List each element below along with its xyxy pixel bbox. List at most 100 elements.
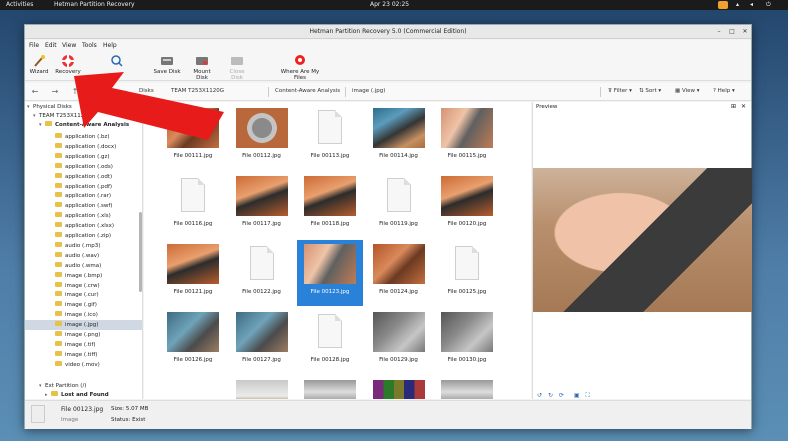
tree-label: video (.mov): [65, 361, 100, 368]
app-menu[interactable]: Hetman Partition Recovery: [54, 1, 135, 8]
tree-item[interactable]: application (.rar): [25, 191, 142, 201]
toolbar-separator: [600, 87, 601, 97]
tree-item[interactable]: audio (.wav): [25, 251, 142, 261]
tree-item[interactable]: image (.tif): [25, 340, 142, 350]
search-button[interactable]: [109, 54, 125, 79]
file-tile[interactable]: File 00126.jpg: [160, 308, 226, 374]
breadcrumb-disks[interactable]: Disks: [139, 88, 154, 94]
tree-item[interactable]: image (.png): [25, 330, 142, 340]
toolbar: Wizard Recovery Save Disk Mount Disk Clo…: [25, 51, 751, 81]
file-tile[interactable]: File 00114.jpg: [366, 104, 432, 170]
network-icon[interactable]: ▴: [736, 1, 739, 8]
close-disk-button[interactable]: Close Disk: [223, 54, 251, 81]
tree-lost-and-found[interactable]: ▸ Lost and Found: [25, 390, 142, 399]
sort-button[interactable]: ⇅ Sort ▾: [639, 88, 661, 94]
tree-scrollbar[interactable]: [139, 212, 142, 292]
rotate-left-icon[interactable]: ↺: [537, 392, 542, 399]
file-tile[interactable]: File 00129.jpg: [366, 308, 432, 374]
tree-item[interactable]: application (.swf): [25, 201, 142, 211]
breadcrumb-image-jpg[interactable]: image (.jpg): [352, 88, 385, 94]
maximize-icon[interactable]: □: [728, 28, 736, 36]
file-tile[interactable]: File 00127.jpg: [229, 308, 295, 374]
wizard-button[interactable]: Wizard: [29, 54, 49, 79]
menu-help[interactable]: Help: [103, 42, 117, 49]
tree-item[interactable]: video (.mov): [25, 360, 142, 370]
tree-item[interactable]: application (.bz): [25, 132, 142, 142]
tree-item[interactable]: application (.zip): [25, 231, 142, 241]
tree-item[interactable]: audio (.mp3): [25, 241, 142, 251]
breadcrumb-analysis[interactable]: Content-Aware Analysis: [275, 88, 340, 94]
lifebuoy-icon: [62, 55, 74, 67]
forward-icon[interactable]: →: [49, 86, 61, 98]
menu-edit[interactable]: Edit: [45, 42, 57, 49]
file-tile[interactable]: File 00122.jpg: [229, 240, 295, 306]
tree-item[interactable]: image (.cur): [25, 290, 142, 300]
menu-tools[interactable]: Tools: [82, 42, 97, 49]
refresh-icon[interactable]: ⟳: [559, 392, 564, 399]
file-tile[interactable]: File 00118.jpg: [297, 172, 363, 238]
file-tile[interactable]: [434, 376, 500, 399]
file-tile[interactable]: File 00123.jpg: [297, 240, 363, 306]
file-name: File 00112.jpg: [242, 153, 281, 159]
preview-panel: Preview ⊞ ✕ ↺ ↻ ⟳ ▣ ⛶: [532, 102, 752, 399]
tree-item[interactable]: image (.gif): [25, 300, 142, 310]
view-button[interactable]: ▦ View ▾: [675, 88, 700, 94]
notification-icon[interactable]: [718, 1, 728, 9]
mount-disk-button[interactable]: Mount Disk: [187, 54, 217, 81]
window-title: Hetman Partition Recovery 5.0 (Commercia…: [309, 28, 467, 35]
tree-item[interactable]: application (.xls): [25, 211, 142, 221]
file-tile[interactable]: File 00115.jpg: [434, 104, 500, 170]
tree-item[interactable]: application (.ods): [25, 162, 142, 172]
tree-item[interactable]: image (.ico): [25, 310, 142, 320]
power-icon[interactable]: ⏻: [766, 1, 771, 9]
tree-label: application (.zip): [65, 233, 112, 239]
clock[interactable]: Apr 23 02:25: [370, 1, 409, 8]
file-tile[interactable]: File 00111.jpg: [160, 104, 226, 170]
file-placeholder-icon: [249, 246, 274, 280]
file-tile[interactable]: File 00128.jpg: [297, 308, 363, 374]
tree-item[interactable]: application (.docx): [25, 142, 142, 152]
filter-button[interactable]: ⊽ Filter ▾: [608, 88, 632, 94]
tree-item[interactable]: image (.crw): [25, 281, 142, 291]
tree-content-aware[interactable]: ▾ Content-Aware Analysis: [25, 120, 142, 130]
tree-item[interactable]: image (.bmp): [25, 271, 142, 281]
menu-file[interactable]: File: [29, 42, 39, 49]
menu-view[interactable]: View: [62, 42, 76, 49]
file-tile[interactable]: [229, 376, 295, 399]
back-icon[interactable]: ←: [29, 86, 41, 98]
close-icon[interactable]: ✕: [741, 28, 749, 36]
tree-item[interactable]: audio (.wma): [25, 261, 142, 271]
where-are-my-files-button[interactable]: Where Are My Files: [275, 54, 325, 81]
file-tile[interactable]: File 00125.jpg: [434, 240, 500, 306]
save-disk-button[interactable]: Save Disk: [153, 54, 181, 79]
tree-item[interactable]: application (.odt): [25, 172, 142, 182]
volume-icon[interactable]: ◂: [750, 1, 753, 8]
file-tile[interactable]: File 00120.jpg: [434, 172, 500, 238]
recovery-button[interactable]: Recovery: [55, 54, 81, 79]
rotate-right-icon[interactable]: ↻: [548, 392, 553, 399]
breadcrumb-disk[interactable]: TEAM T253X1120G: [171, 88, 224, 94]
file-tile[interactable]: File 00121.jpg: [160, 240, 226, 306]
tree-item[interactable]: image (.tiff): [25, 350, 142, 360]
tree-item[interactable]: application (.gz): [25, 152, 142, 162]
activities-button[interactable]: Activities: [6, 1, 33, 8]
up-icon[interactable]: ↑: [69, 86, 81, 98]
help-button[interactable]: ? Help ▾: [713, 88, 735, 94]
file-tile[interactable]: File 00117.jpg: [229, 172, 295, 238]
fullscreen-icon[interactable]: ⛶: [585, 392, 589, 399]
tree-item[interactable]: application (.pdf): [25, 182, 142, 192]
file-tile[interactable]: File 00113.jpg: [297, 104, 363, 170]
preview-pin-icon[interactable]: ⊞: [731, 103, 736, 110]
preview-close-icon[interactable]: ✕: [741, 103, 746, 110]
fit-icon[interactable]: ▣: [574, 392, 580, 399]
file-tile[interactable]: File 00124.jpg: [366, 240, 432, 306]
tree-item[interactable]: image (.jpg): [25, 320, 142, 331]
tree-item[interactable]: application (.xlsx): [25, 221, 142, 231]
file-tile[interactable]: [366, 376, 432, 399]
file-tile[interactable]: [297, 376, 363, 399]
file-tile[interactable]: File 00116.jpg: [160, 172, 226, 238]
file-tile[interactable]: File 00112.jpg: [229, 104, 295, 170]
file-tile[interactable]: File 00119.jpg: [366, 172, 432, 238]
file-tile[interactable]: File 00130.jpg: [434, 308, 500, 374]
minimize-icon[interactable]: –: [715, 28, 723, 36]
